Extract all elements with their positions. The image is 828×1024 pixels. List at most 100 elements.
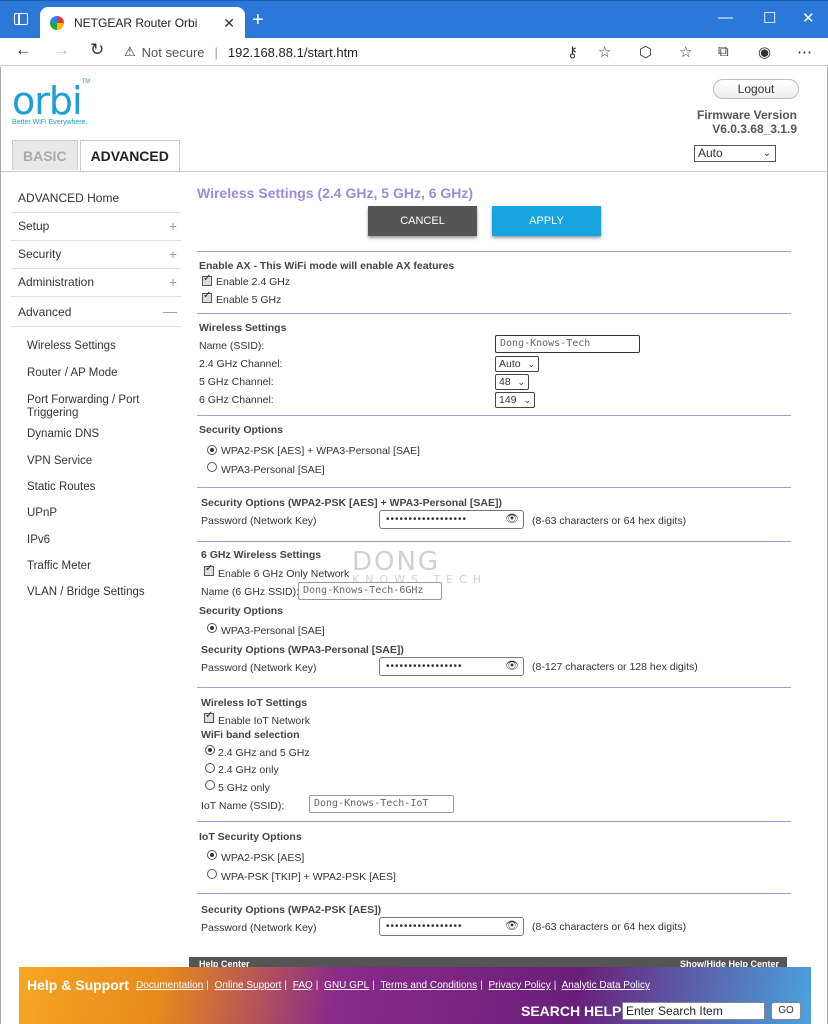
ch24-select[interactable]: Auto ⌄	[495, 356, 539, 372]
logout-button[interactable]: Logout	[713, 79, 799, 99]
sidebar-sub-ipv6[interactable]: IPv6	[27, 534, 157, 547]
browser-titlebar: NETGEAR Router Orbi ✕ + — ☐ ✕	[0, 0, 828, 39]
sec-opt1-radio[interactable]	[207, 445, 217, 455]
band1-label: 2.4 GHz and 5 GHz	[218, 747, 310, 759]
eye-icon[interactable]: 👁	[505, 918, 519, 935]
forward-icon[interactable]: →	[53, 40, 70, 60]
favorites-icon[interactable]: ☆	[679, 43, 692, 61]
sidebar-sub-dynamic-dns[interactable]: Dynamic DNS	[27, 428, 157, 441]
iot-ssid-label: IoT Name (SSID):	[201, 800, 285, 812]
six-sec-detail-title: Security Options (WPA3-Personal [SAE])	[201, 644, 404, 656]
maximize-icon[interactable]: ☐	[763, 9, 776, 27]
enable-24-checkbox[interactable]	[202, 273, 212, 286]
url-field[interactable]: ⚠ Not secure | 192.168.88.1/start.htm	[124, 38, 624, 66]
enable-iot-label: Enable IoT Network	[218, 715, 311, 727]
eye-icon[interactable]: 👁	[505, 511, 519, 528]
cancel-button[interactable]: CANCEL	[368, 206, 477, 236]
sidebar-item-setup[interactable]: Setup +	[11, 213, 181, 241]
tab-basic[interactable]: BASIC	[12, 140, 78, 170]
footer-link-privacy[interactable]: Privacy Policy	[489, 980, 551, 991]
sidebar-sub-router-ap-mode[interactable]: Router / AP Mode	[27, 367, 157, 380]
ch5-select[interactable]: 48 ⌄	[495, 374, 529, 390]
eye-icon[interactable]: 👁	[505, 658, 519, 675]
footer-link-analytic[interactable]: Analytic Data Policy	[562, 980, 650, 991]
sidebar-sub-vlan-bridge[interactable]: VLAN / Bridge Settings	[27, 586, 157, 599]
ch24-value: Auto	[499, 358, 521, 370]
six-password-field[interactable]: ••••••••••••••••• 👁	[379, 657, 524, 676]
band3-radio[interactable]	[205, 780, 215, 790]
page-title: Wireless Settings (2.4 GHz, 5 GHz, 6 GHz…	[197, 185, 474, 201]
sidebar-item-label: Setup	[18, 219, 50, 233]
tab-advanced[interactable]: ADVANCED	[79, 140, 180, 172]
sidebar-item-administration[interactable]: Administration +	[11, 269, 181, 297]
ch6-select[interactable]: 149 ⌄	[495, 392, 535, 408]
iot-password-field[interactable]: ••••••••••••••••• 👁	[379, 917, 524, 936]
sidebar-sub-upnp[interactable]: UPnP	[27, 507, 157, 520]
link-separator: |	[284, 980, 287, 991]
sidebar-sub-vpn-service[interactable]: VPN Service	[27, 455, 157, 468]
not-secure-label[interactable]: Not secure	[142, 45, 205, 60]
band1-radio[interactable]	[205, 745, 215, 755]
footer-link-gnu-gpl[interactable]: GNU GPL	[324, 980, 369, 991]
sec-opt2-radio[interactable]	[207, 462, 217, 472]
enable-5-checkbox[interactable]	[202, 290, 212, 303]
search-help-label: SEARCH HELP	[521, 1003, 622, 1019]
firmware-version: V6.0.3.68_3.1.9	[712, 122, 797, 136]
extensions-icon[interactable]: ⬡	[639, 43, 652, 61]
sidebar-sub-wireless-settings[interactable]: Wireless Settings	[27, 340, 157, 353]
key-icon[interactable]: ⚷	[567, 43, 578, 61]
close-tab-icon[interactable]: ✕	[223, 15, 235, 32]
url-text[interactable]: 192.168.88.1/start.htm	[228, 45, 358, 60]
go-button[interactable]: GO	[771, 1002, 801, 1020]
footer-link-faq[interactable]: FAQ	[293, 980, 313, 991]
language-select[interactable]: Auto ⌄	[694, 145, 776, 162]
enable-6-only-checkbox[interactable]	[204, 563, 214, 576]
refresh-icon[interactable]: ↻	[90, 40, 104, 60]
footer-link-online-support[interactable]: Online Support	[215, 980, 282, 991]
link-separator: |	[480, 980, 483, 991]
expand-icon: +	[168, 274, 177, 290]
collapse-icon: —	[163, 303, 177, 319]
enable-iot-checkbox[interactable]	[204, 710, 214, 723]
password-field[interactable]: •••••••••••••••••• 👁	[379, 510, 524, 529]
six-sec-radio[interactable]	[207, 623, 217, 633]
close-window-icon[interactable]: ✕	[802, 9, 815, 27]
sidebar-item-advanced[interactable]: Advanced —	[11, 297, 181, 327]
ch5-label: 5 GHz Channel:	[199, 376, 274, 388]
enable-24-label: Enable 2.4 GHz	[216, 276, 291, 288]
favorite-add-icon[interactable]: ☆	[598, 43, 611, 61]
divider	[197, 541, 791, 542]
search-help-input[interactable]: Enter Search Item	[622, 1002, 765, 1020]
tab-actions-icon[interactable]	[14, 13, 28, 25]
sidebar-item-advanced-home[interactable]: ADVANCED Home	[11, 185, 181, 213]
sidebar-item-label: ADVANCED Home	[18, 191, 120, 205]
six-ssid-input[interactable]: Dong-Knows-Tech-6GHz	[298, 582, 442, 600]
profile-icon[interactable]: ◉	[758, 43, 771, 61]
sidebar-sub-traffic-meter[interactable]: Traffic Meter	[27, 560, 157, 573]
ssid-input[interactable]: Dong-Knows-Tech	[495, 335, 640, 353]
sidebar-sub-port-forwarding[interactable]: Port Forwarding / Port Triggering	[27, 394, 157, 420]
back-icon[interactable]: ←	[15, 40, 32, 60]
pw-hint: (8-63 characters or 64 hex digits)	[532, 515, 687, 527]
footer-link-terms[interactable]: Terms and Conditions	[380, 980, 477, 991]
band2-radio[interactable]	[205, 763, 215, 773]
six-ssid-label: Name (6 GHz SSID):	[201, 586, 300, 598]
enable-6-only-label: Enable 6 GHz Only Network	[218, 568, 350, 580]
divider	[197, 893, 791, 894]
sidebar-sub-static-routes[interactable]: Static Routes	[27, 481, 157, 494]
footer-link-documentation[interactable]: Documentation	[136, 980, 203, 991]
minimize-icon[interactable]: —	[718, 9, 733, 26]
iot-sec-opt2-radio[interactable]	[207, 869, 217, 879]
apply-button[interactable]: APPLY	[492, 206, 601, 236]
warning-icon[interactable]: ⚠	[124, 44, 136, 60]
more-icon[interactable]: ⋯	[797, 43, 812, 61]
new-tab-icon[interactable]: +	[252, 9, 264, 32]
browser-tab[interactable]: NETGEAR Router Orbi ✕	[40, 7, 245, 39]
iot-ssid-input[interactable]: Dong-Knows-Tech-IoT	[309, 795, 454, 813]
divider	[197, 313, 791, 314]
iot-sec-title: IoT Security Options	[199, 831, 302, 843]
collections-icon[interactable]: ⧉	[718, 43, 729, 60]
sidebar-item-security[interactable]: Security +	[11, 241, 181, 269]
firmware-label: Firmware Version	[696, 108, 797, 122]
iot-sec-opt1-radio[interactable]	[207, 850, 217, 860]
